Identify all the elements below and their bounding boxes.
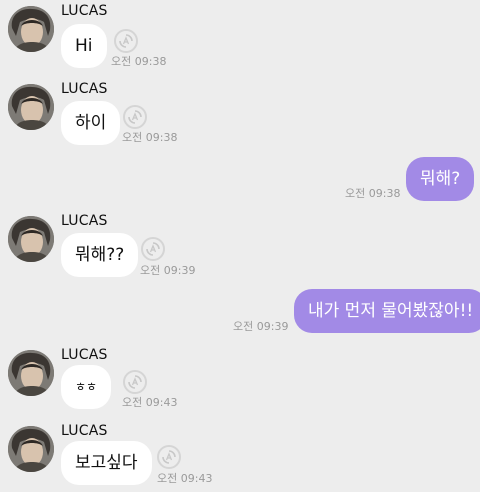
message-group: 오전 09:39 내가 먼저 물어봤잖아!! [0, 284, 480, 336]
message-bubble[interactable]: 하이 [61, 101, 121, 145]
message-group: LUCAS ㅎㅎ 오전 09:43 [0, 344, 480, 414]
message-bubble[interactable]: 뭐해?? [61, 233, 139, 277]
profile-photo [8, 6, 54, 52]
sender-name: LUCAS [61, 423, 108, 439]
message-bubble[interactable]: Hi [61, 24, 107, 68]
timestamp: 오전 09:39 [140, 264, 196, 277]
timestamp: 오전 09:43 [122, 396, 178, 409]
translate-button[interactable] [157, 445, 181, 469]
message-bubble[interactable]: 뭐해? [406, 157, 475, 201]
avatar[interactable] [8, 6, 54, 52]
sender-name: LUCAS [61, 213, 108, 229]
sender-name: LUCAS [61, 81, 108, 97]
translate-button[interactable] [141, 237, 165, 261]
avatar[interactable] [8, 216, 54, 262]
translate-button[interactable] [123, 105, 147, 129]
message-bubble[interactable]: 내가 먼저 물어봤잖아!! [294, 289, 480, 333]
translate-icon [128, 375, 142, 389]
chat-thread: LUCAS Hi 오전 09:38 LUCAS 하이 오전 09:38 오전 0… [0, 0, 480, 492]
profile-photo [8, 426, 54, 472]
profile-photo [8, 350, 54, 396]
avatar[interactable] [8, 84, 54, 130]
timestamp: 오전 09:39 [233, 320, 289, 333]
message-bubble[interactable]: 보고싶다 [61, 441, 152, 485]
message-group: LUCAS Hi 오전 09:38 [0, 0, 480, 70]
message-group: 오전 09:38 뭐해? [0, 150, 480, 202]
profile-photo [8, 216, 54, 262]
sender-name: LUCAS [61, 3, 108, 19]
translate-icon [162, 450, 176, 464]
profile-photo [8, 84, 54, 130]
avatar[interactable] [8, 350, 54, 396]
message-bubble[interactable]: ㅎㅎ [61, 365, 112, 409]
timestamp: 오전 09:38 [111, 55, 167, 68]
translate-icon [146, 242, 160, 256]
translate-icon [119, 34, 133, 48]
message-group: LUCAS 뭐해?? 오전 09:39 [0, 210, 480, 280]
translate-button[interactable] [114, 29, 138, 53]
message-group: LUCAS 하이 오전 09:38 [0, 78, 480, 148]
timestamp: 오전 09:38 [122, 131, 178, 144]
message-group: LUCAS 보고싶다 오전 09:43 [0, 420, 480, 492]
translate-button[interactable] [123, 370, 147, 394]
avatar[interactable] [8, 426, 54, 472]
translate-icon [128, 110, 142, 124]
timestamp: 오전 09:43 [157, 472, 213, 485]
sender-name: LUCAS [61, 347, 108, 363]
timestamp: 오전 09:38 [345, 187, 401, 200]
